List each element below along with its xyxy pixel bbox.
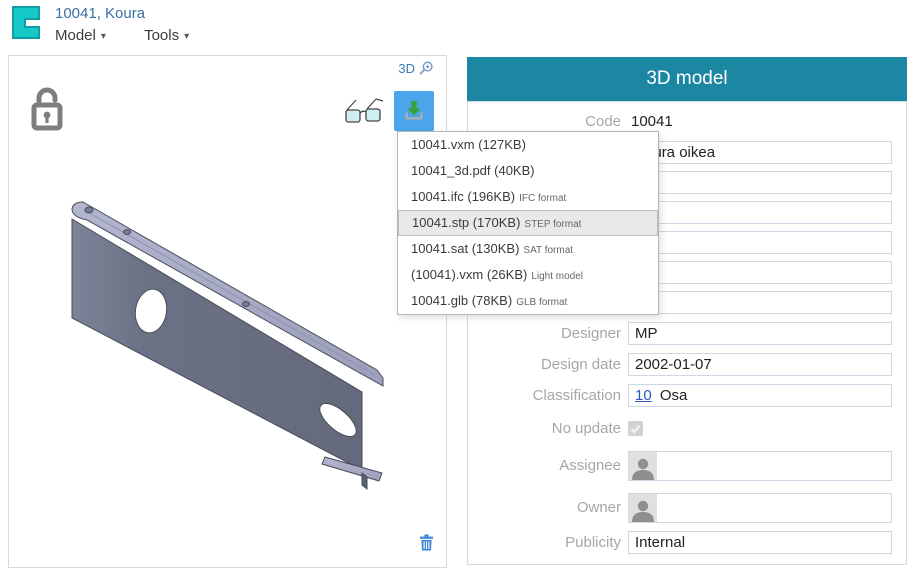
no-update-label: No update [468, 417, 621, 440]
page-title: 10041, Koura [55, 5, 145, 22]
empty-field-5[interactable] [628, 291, 892, 314]
assignee-label: Assignee [468, 451, 621, 481]
3d-model-bracket [9, 56, 446, 567]
owner-field[interactable] [628, 493, 892, 523]
3d-viewport[interactable]: 3D [8, 55, 447, 568]
classification-link[interactable]: 10 [635, 387, 652, 404]
zoom-3d-icon[interactable] [419, 61, 434, 76]
publicity-label: Publicity [468, 531, 621, 554]
menu-item-file[interactable]: 10041.sat (130KB)SAT format [398, 236, 658, 262]
menu-tools[interactable]: Tools▾ [144, 27, 189, 44]
chevron-down-icon: ▾ [184, 31, 189, 42]
no-update-checkbox[interactable] [628, 421, 643, 436]
code-value: 10041 [631, 112, 673, 132]
delete-model-icon[interactable] [419, 534, 434, 556]
design-date-field[interactable] [628, 353, 892, 376]
menu-item-file[interactable]: 10041.glb (78KB)GLB format [398, 288, 658, 314]
classification-field[interactable]: 10 Osa [628, 384, 892, 407]
empty-field-1[interactable] [628, 171, 892, 194]
assignee-field[interactable] [628, 451, 892, 481]
classification-text: Osa [660, 387, 688, 404]
panel-title: 3D model [467, 57, 907, 101]
menubar: Model▾ Tools▾ [55, 27, 223, 44]
app-logo [12, 6, 40, 44]
design-date-label: Design date [468, 353, 621, 376]
menu-item-file-selected[interactable]: 10041.stp (170KB)STEP format [398, 210, 658, 236]
empty-field-2[interactable] [628, 201, 892, 224]
empty-field-3[interactable] [628, 231, 892, 254]
download-button[interactable] [394, 91, 434, 131]
description-field[interactable] [628, 141, 892, 164]
person-avatar-icon [629, 452, 657, 480]
download-icon [400, 95, 428, 127]
owner-label: Owner [468, 493, 621, 523]
code-label: Code [468, 112, 621, 132]
menu-item-file[interactable]: 10041.ifc (196KB)IFC format [398, 184, 658, 210]
menu-item-file[interactable]: 10041_3d.pdf (40KB) [398, 158, 658, 184]
designer-field[interactable] [628, 322, 892, 345]
person-avatar-icon [629, 494, 657, 522]
chevron-down-icon: ▾ [101, 31, 106, 42]
designer-label: Designer [468, 322, 621, 345]
publicity-field[interactable] [628, 531, 892, 554]
download-format-menu: 10041.vxm (127KB) 10041_3d.pdf (40KB) 10… [397, 131, 659, 315]
menu-item-file[interactable]: 10041.vxm (127KB) [398, 132, 658, 158]
empty-field-4[interactable] [628, 261, 892, 284]
viewer-mode-label: 3D [398, 61, 415, 76]
unlock-icon[interactable] [31, 87, 65, 136]
check-icon [630, 424, 641, 434]
menu-item-file[interactable]: (10041).vxm (26KB)Light model [398, 262, 658, 288]
glasses-icon[interactable] [343, 96, 389, 131]
menu-model[interactable]: Model▾ [55, 27, 106, 44]
classification-label: Classification [468, 384, 621, 407]
